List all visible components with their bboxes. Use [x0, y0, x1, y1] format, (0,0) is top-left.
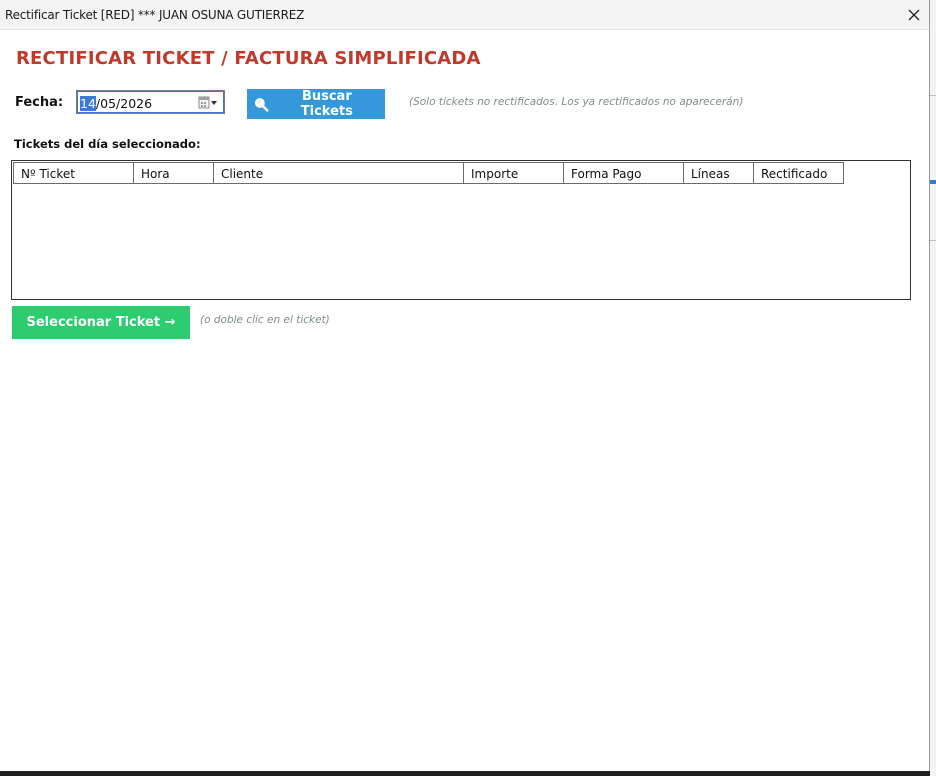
search-tickets-button[interactable]: Buscar Tickets: [247, 89, 385, 119]
column-header-hora[interactable]: Hora: [134, 162, 214, 184]
background-window-edge: [930, 0, 936, 776]
date-label: Fecha:: [15, 95, 64, 110]
select-ticket-button[interactable]: Seleccionar Ticket →: [12, 306, 190, 339]
date-day-selection: 14: [80, 96, 96, 111]
column-header-lineas[interactable]: Líneas: [684, 162, 754, 184]
double-click-hint: (o doble clic en el ticket): [200, 314, 330, 326]
column-header-importe[interactable]: Importe: [464, 162, 564, 184]
date-month-year: /05/2026: [95, 96, 153, 111]
column-header-cliente[interactable]: Cliente: [214, 162, 464, 184]
page-title: RECTIFICAR TICKET / FACTURA SIMPLIFICADA: [16, 48, 481, 69]
tickets-section-label: Tickets del día seleccionado:: [14, 137, 201, 151]
column-header-rectificado[interactable]: Rectificado: [754, 162, 844, 184]
column-header-forma-pago[interactable]: Forma Pago: [564, 162, 684, 184]
search-hint: (Solo tickets no rectificados. Los ya re…: [409, 96, 744, 108]
date-field[interactable]: 14/05/2026: [80, 96, 152, 111]
title-bar: Rectificar Ticket [RED] *** JUAN OSUNA G…: [0, 0, 929, 30]
search-icon: [254, 98, 269, 112]
background-detail: [930, 95, 936, 96]
background-detail: [930, 240, 936, 241]
date-picker[interactable]: 14/05/2026: [76, 90, 225, 114]
close-button[interactable]: [898, 0, 929, 30]
window-title: Rectificar Ticket [RED] *** JUAN OSUNA G…: [5, 8, 305, 22]
column-header-ticket[interactable]: Nº Ticket: [13, 162, 134, 184]
table-header: Nº Ticket Hora Cliente Importe Forma Pag…: [13, 162, 844, 184]
background-accent: [930, 180, 936, 184]
search-tickets-label: Buscar Tickets: [300, 89, 353, 119]
tickets-table[interactable]: Nº Ticket Hora Cliente Importe Forma Pag…: [11, 160, 911, 300]
close-icon: [908, 9, 920, 21]
calendar-dropdown-icon[interactable]: [198, 96, 218, 110]
rectificar-ticket-dialog: Rectificar Ticket [RED] *** JUAN OSUNA G…: [0, 0, 930, 771]
